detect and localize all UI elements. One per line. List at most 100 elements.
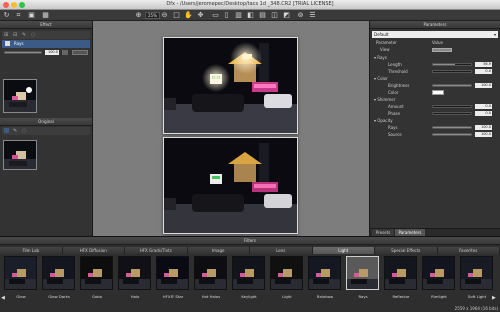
layer-thumbnail[interactable] (3, 79, 37, 113)
compare-view-icon[interactable]: ◧ (246, 11, 255, 20)
view-toggle[interactable] (432, 48, 452, 52)
opacity-stepper[interactable] (62, 50, 68, 55)
view-label: View (380, 47, 390, 52)
original-brush-icon[interactable]: ✎ (13, 128, 17, 134)
tab-image[interactable]: Image (187, 247, 250, 254)
filter-thumbnail[interactable] (346, 256, 379, 290)
layers-icon[interactable]: ▣ (27, 11, 36, 20)
zoom-in-icon[interactable]: ⊕ (134, 11, 143, 20)
param-value[interactable]: 56.9 (475, 62, 492, 67)
param-group-label: Rays (377, 55, 387, 60)
filter-thumbnail-label: Reflector (392, 294, 410, 299)
split-view-icon[interactable]: ▭ (211, 11, 220, 20)
scroll-right-icon[interactable]: ▶ (492, 295, 496, 301)
color-swatch[interactable] (432, 90, 444, 95)
filter-thumbnail[interactable] (156, 256, 189, 290)
param-value[interactable]: 0.0 (475, 104, 492, 109)
dual-view-icon[interactable]: ▥ (234, 11, 243, 20)
original-preview-image[interactable] (163, 137, 298, 234)
param-group-header[interactable]: ▾ Rays (374, 54, 494, 61)
param-slider[interactable] (432, 84, 472, 87)
filter-thumbnail[interactable] (42, 256, 75, 290)
original-eraser-icon[interactable]: ◌ (22, 128, 26, 134)
chevron-down-icon: ▾ (493, 32, 496, 37)
filter-thumbnail[interactable] (270, 256, 303, 290)
move-icon[interactable]: ✥ (196, 11, 205, 20)
param-value[interactable]: 100.0 (475, 125, 492, 130)
filter-thumbnail[interactable] (308, 256, 341, 290)
param-slider[interactable] (432, 63, 472, 66)
layer-visibility-checkbox[interactable] (5, 41, 10, 46)
eraser-icon[interactable]: ◌ (31, 32, 35, 38)
param-label: Color (388, 90, 399, 95)
tab-special-effects[interactable]: Special Effects (375, 247, 438, 254)
param-slider[interactable] (432, 70, 472, 73)
param-slider[interactable] (432, 112, 472, 115)
tab-hfx-diffusion[interactable]: HFX Diffusion (62, 247, 125, 254)
rotate-icon[interactable]: ↻ (2, 11, 11, 20)
blend-mode-button[interactable] (72, 50, 88, 55)
param-slider[interactable] (432, 105, 472, 108)
filter-thumbnail[interactable] (384, 256, 417, 290)
filter-thumbnail[interactable] (80, 256, 113, 290)
filter-thumbnail-label: HFX® Star (162, 294, 184, 299)
filter-thumbnail[interactable] (460, 256, 493, 290)
zoom-level[interactable]: 25% (145, 12, 160, 19)
tab-favorites[interactable]: Favorites (437, 247, 500, 254)
window-titlebar: Dfx - /Users/jeromepec/Desktop/tacs 1d _… (0, 0, 500, 10)
effect-tools-row: ⊞ ⊟ ✎ ◌ (2, 31, 90, 39)
param-value[interactable]: 0.0 (475, 111, 492, 116)
tab-hfx-grads-tints[interactable]: HFX Grads/Tints (125, 247, 188, 254)
preset-dropdown[interactable]: Default ▾ (372, 31, 498, 38)
original-thumbnail[interactable] (3, 140, 37, 170)
remove-layer-icon[interactable]: ⊟ (13, 32, 17, 38)
tab-parameters[interactable]: Parameters (395, 229, 425, 236)
layer-row-rays[interactable]: Rays (2, 40, 90, 48)
filter-thumbnail-label: Hot Halos (201, 294, 221, 299)
grid-view-icon[interactable]: ▦ (41, 11, 50, 20)
param-slider[interactable] (432, 126, 472, 129)
filter-thumbnail[interactable] (118, 256, 151, 290)
param-row: Rays 100.0 (388, 124, 496, 131)
filter-thumbnail[interactable] (232, 256, 265, 290)
mask-brush-icon[interactable]: ✎ (22, 32, 26, 38)
add-layer-icon[interactable]: ⊞ (4, 32, 8, 38)
filter-thumbnail[interactable] (422, 256, 455, 290)
original-layer-icon[interactable] (4, 128, 9, 133)
mask-icon[interactable]: ◩ (282, 11, 291, 20)
tab-light[interactable]: Light (312, 247, 375, 254)
filter-thumbnail[interactable] (194, 256, 227, 290)
param-group-header[interactable]: ▾ Shimmer (374, 96, 494, 103)
tab-lens[interactable]: Lens (250, 247, 313, 254)
scroll-left-icon[interactable]: ◀ (1, 295, 5, 301)
filter-thumbnail-label: Soft Light (467, 294, 487, 299)
param-value[interactable]: 100.0 (475, 83, 492, 88)
param-value[interactable]: 100.0 (475, 132, 492, 137)
effect-panel-header: Effect (0, 21, 92, 29)
opacity-value[interactable]: 100.0 (45, 50, 59, 55)
original-tools-row: ✎ ◌ (2, 127, 90, 135)
stack-icon[interactable]: ☰ (308, 11, 317, 20)
hand-tool-icon[interactable]: ✋ (184, 11, 193, 20)
target-icon[interactable]: ⊚ (296, 11, 305, 20)
param-group-header[interactable]: ▾ Color (374, 75, 494, 82)
param-group-header[interactable]: ▾ Opacity (374, 117, 494, 124)
opacity-slider[interactable] (4, 51, 42, 54)
param-slider[interactable] (432, 133, 472, 136)
preview-canvas[interactable] (93, 21, 369, 236)
original-panel-header: Original (0, 118, 92, 126)
preview-icon[interactable]: ◫ (270, 11, 279, 20)
filters-header: Filters (0, 237, 500, 245)
zoom-out-icon[interactable]: ⊖ (160, 11, 169, 20)
fit-view-icon[interactable]: □ (172, 11, 181, 20)
tab-film-lab[interactable]: Film Lab (0, 247, 63, 254)
histogram-icon[interactable]: ▤ (258, 11, 267, 20)
filter-thumbnail[interactable] (4, 256, 37, 290)
param-value[interactable]: 0.0 (475, 69, 492, 74)
tab-presets[interactable]: Presets (372, 229, 394, 236)
processed-preview-image[interactable] (163, 37, 298, 134)
crop-icon[interactable]: ⌗ (14, 11, 23, 20)
param-label: Threshold (388, 69, 408, 74)
param-label: Source (388, 132, 402, 137)
single-view-icon[interactable]: ▯ (222, 11, 231, 20)
